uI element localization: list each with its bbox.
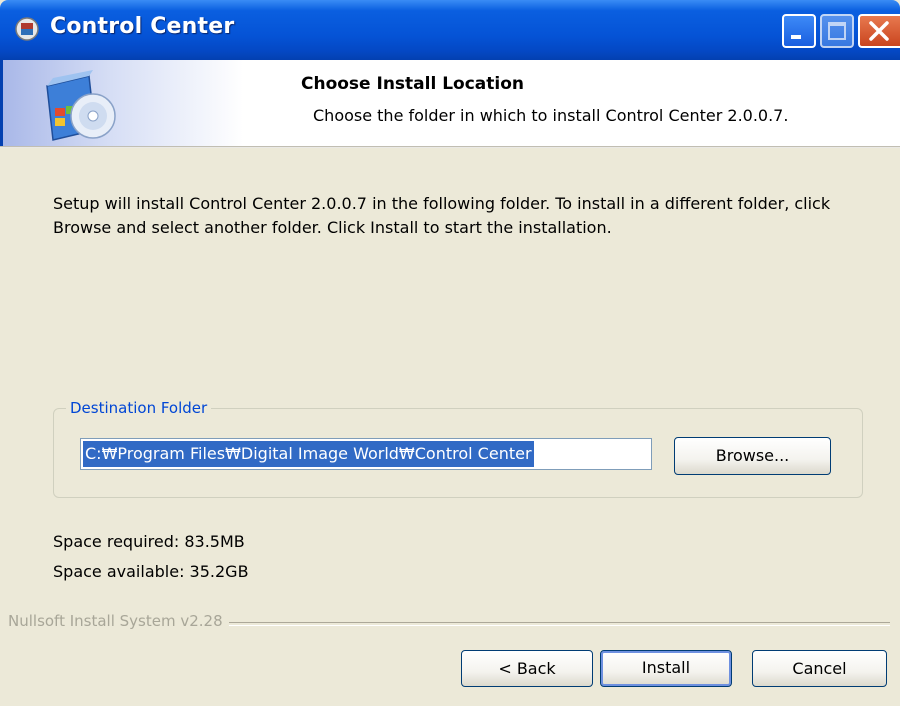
minimize-button[interactable]	[782, 14, 816, 48]
destination-folder-legend: Destination Folder	[66, 399, 212, 417]
back-button[interactable]: < Back	[461, 650, 593, 687]
install-disc-box-icon	[46, 70, 116, 141]
header-title: Choose Install Location	[301, 74, 525, 94]
install-button[interactable]: Install	[600, 650, 732, 687]
header-subtitle: Choose the folder in which to install Co…	[313, 106, 789, 125]
space-required: Space required: 83.5MB	[53, 532, 245, 551]
browse-button[interactable]: Browse...	[674, 437, 831, 475]
cancel-button[interactable]: Cancel	[752, 650, 887, 687]
close-icon	[869, 21, 889, 41]
maximize-icon	[828, 22, 846, 40]
window-title: Control Center	[50, 14, 235, 39]
maximize-button[interactable]	[820, 14, 854, 48]
description-text: Setup will install Control Center 2.0.0.…	[53, 194, 831, 237]
header-banner: Choose Install Location Choose the folde…	[0, 60, 900, 146]
header-divider	[0, 146, 900, 148]
close-button[interactable]	[858, 14, 900, 48]
branding-text: Nullsoft Install System v2.28	[8, 612, 229, 630]
minimize-icon	[791, 35, 801, 39]
destination-path-value: C:₩Program Files₩Digital Image World₩Con…	[83, 441, 534, 467]
title-bar[interactable]: Control Center	[0, 0, 900, 60]
installer-app-icon	[15, 17, 39, 41]
destination-path-input[interactable]: C:₩Program Files₩Digital Image World₩Con…	[80, 438, 652, 470]
space-available: Space available: 35.2GB	[53, 562, 249, 581]
